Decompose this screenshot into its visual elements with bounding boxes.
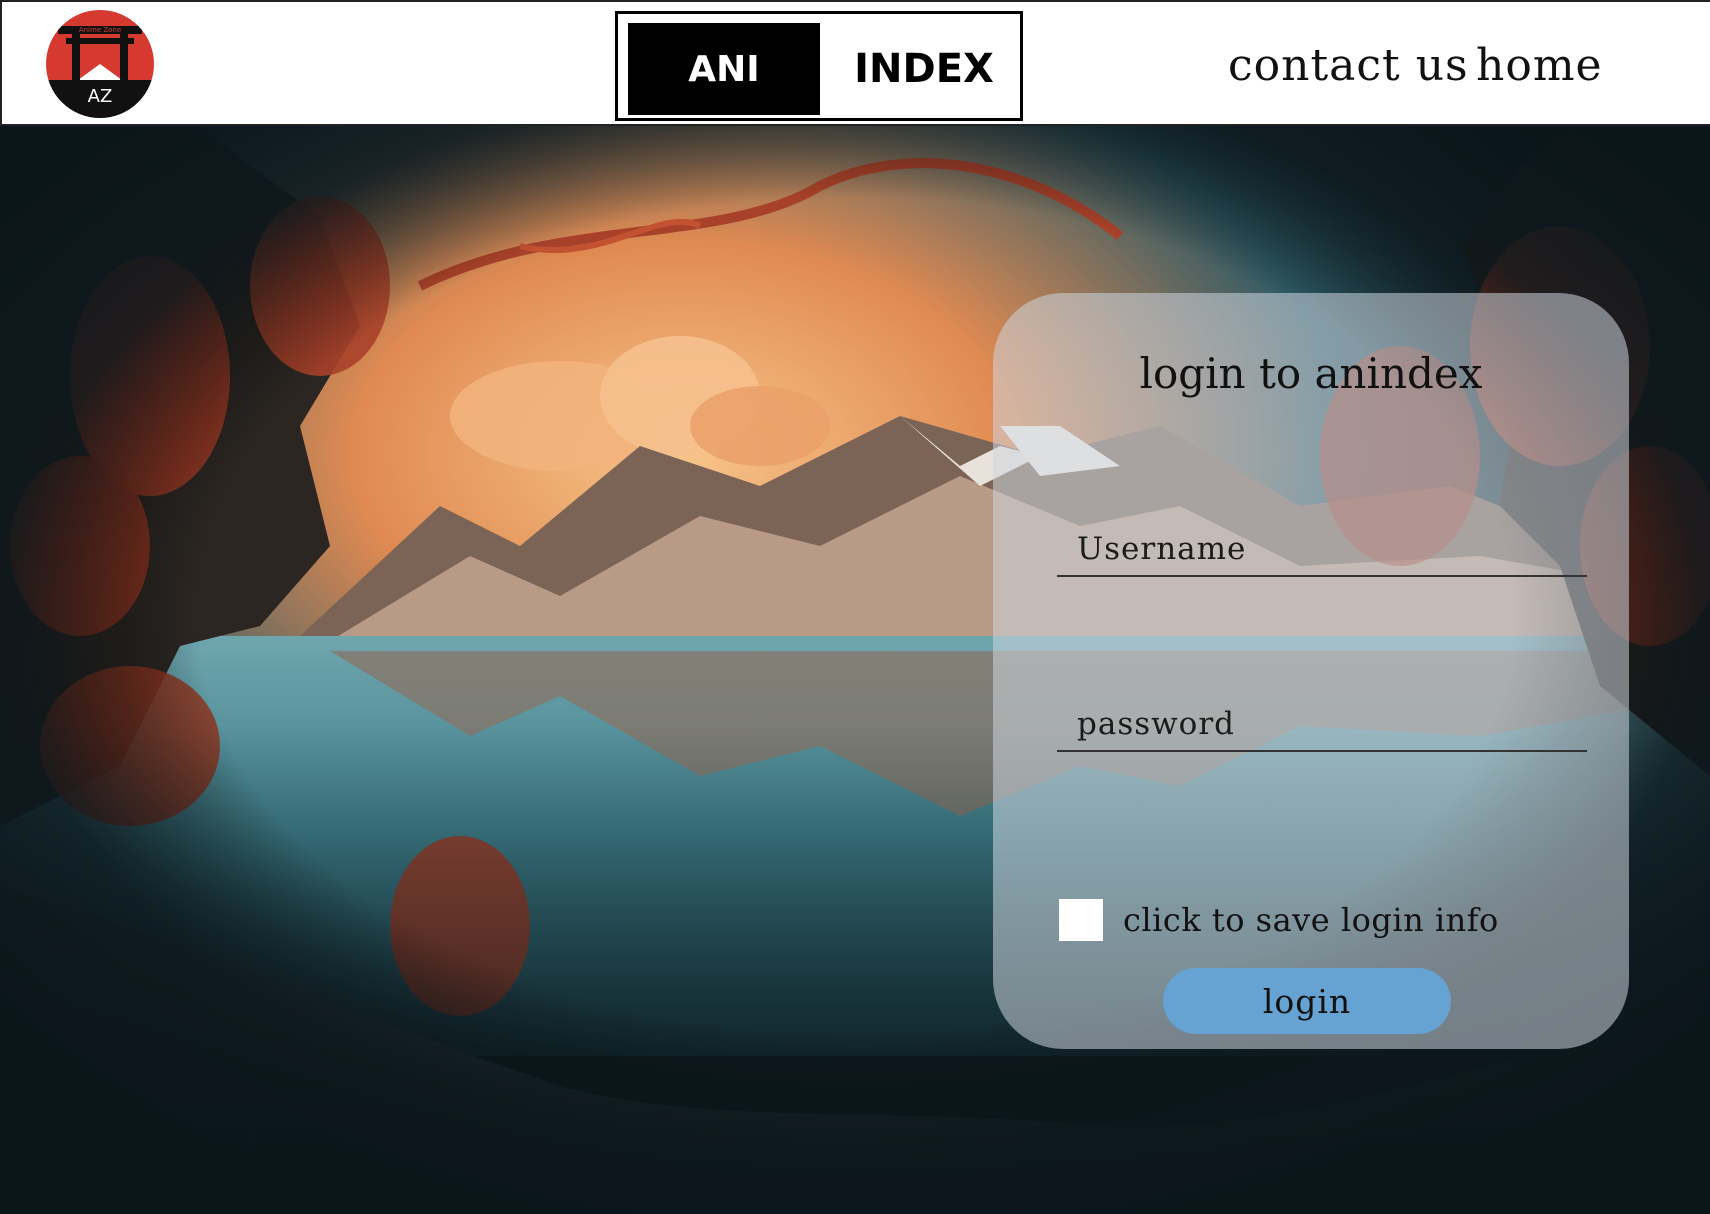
login-title: login to anindex [1139, 349, 1483, 398]
login-panel: login to anindex click to save login inf… [993, 293, 1629, 1049]
logo-small-text: Anime Zone [79, 26, 121, 34]
brand-logo[interactable]: ANI INDEX [615, 11, 1023, 121]
save-login-label: click to save login info [1123, 901, 1499, 939]
logo-mark: AZ [88, 86, 113, 107]
password-field [1057, 698, 1587, 752]
nav-contact-us[interactable]: contact us [1228, 44, 1469, 88]
password-input[interactable] [1057, 698, 1587, 750]
anime-zone-logo[interactable]: Anime Zone AZ [44, 8, 156, 120]
brand-ani-text: ANI [628, 23, 820, 115]
username-input[interactable] [1057, 523, 1587, 575]
header-bar: Anime Zone AZ ANI INDEX contact us home [0, 0, 1710, 126]
brand-index-text: INDEX [854, 46, 994, 92]
username-field [1057, 523, 1587, 577]
login-button[interactable]: login [1163, 968, 1451, 1034]
save-login-row: click to save login info [1059, 897, 1499, 943]
save-login-checkbox[interactable] [1059, 899, 1103, 941]
torii-gate-icon: Anime Zone AZ [46, 10, 154, 118]
nav-home[interactable]: home [1476, 44, 1603, 88]
